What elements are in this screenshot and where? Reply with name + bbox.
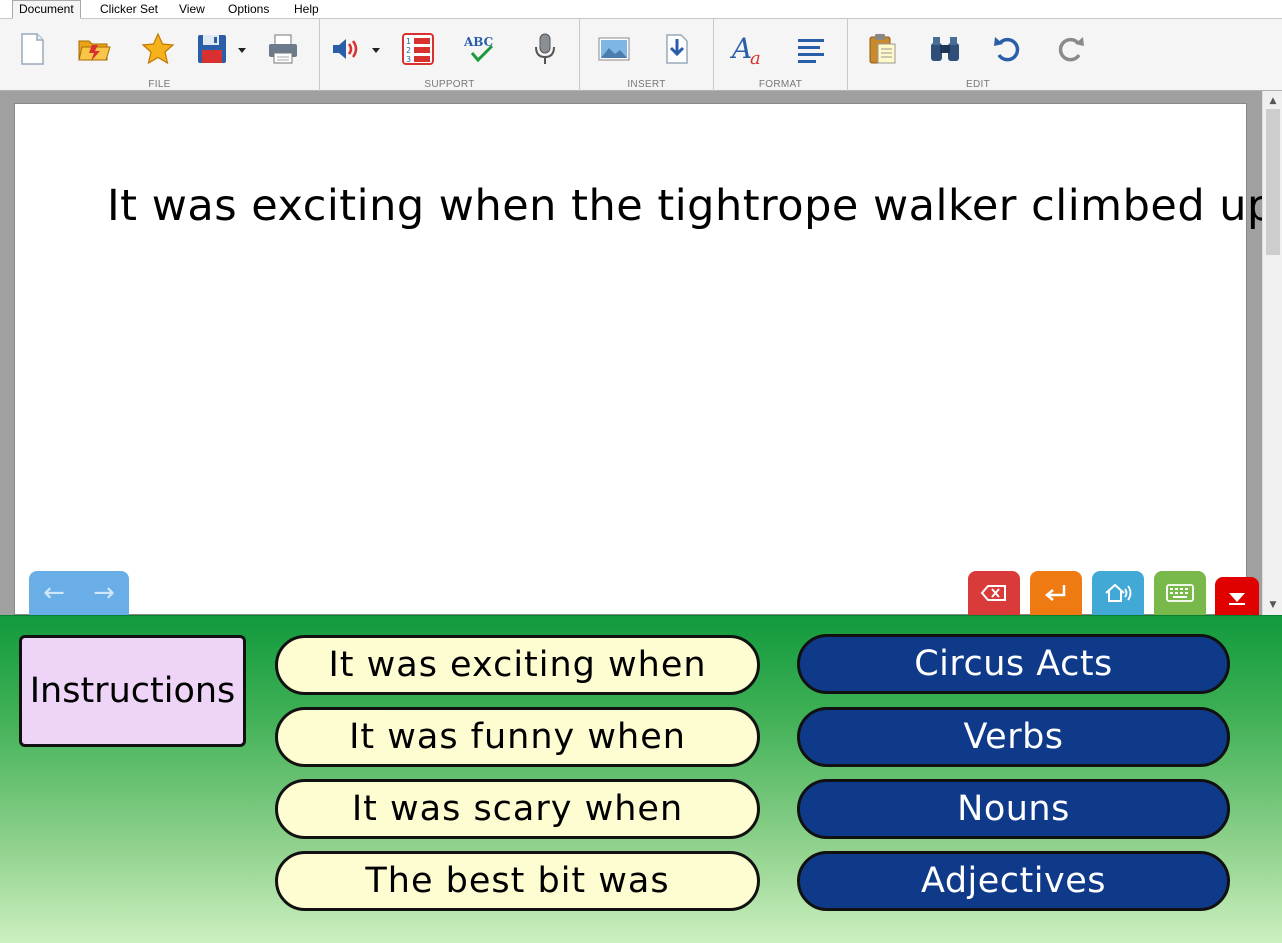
tab-clicker-set[interactable]: Clicker Set	[100, 0, 158, 19]
document-text-line[interactable]: It was exciting when the tightrope walke…	[107, 170, 1282, 234]
font-style-icon[interactable]: Aa	[728, 29, 768, 69]
scroll-thumb[interactable]	[1266, 109, 1280, 255]
print-icon[interactable]	[263, 29, 303, 69]
svg-text:3: 3	[406, 55, 411, 64]
file-group-label: FILE	[148, 79, 171, 90]
backspace-icon	[980, 585, 1006, 601]
numbered-list-icon[interactable]: 123	[398, 29, 438, 69]
tab-help[interactable]: Help	[294, 0, 319, 19]
svg-text:A: A	[730, 32, 752, 65]
new-document-icon[interactable]	[12, 29, 52, 69]
insert-group: INSERT	[580, 19, 714, 91]
tab-document[interactable]: Document	[12, 0, 81, 19]
save-disk-icon[interactable]	[192, 29, 232, 69]
enter-icon	[1045, 585, 1066, 601]
scroll-up-icon[interactable]: ▲	[1263, 93, 1282, 109]
spell-check-icon[interactable]: ABC	[460, 29, 500, 69]
format-group-label: FORMAT	[758, 79, 803, 90]
undo-icon[interactable]	[988, 29, 1028, 69]
save-dropdown-icon[interactable]	[237, 46, 247, 54]
menu-bar: Document Clicker Set View Options Help	[0, 0, 1282, 19]
file-group: FILE	[0, 19, 320, 91]
vertical-scrollbar[interactable]: ▲ ▼	[1262, 91, 1282, 615]
phrase-cell-best-bit[interactable]: The best bit was	[275, 851, 760, 911]
microphone-icon[interactable]	[525, 29, 565, 69]
paste-clipboard-icon[interactable]	[862, 29, 902, 69]
favourite-star-icon[interactable]	[138, 29, 178, 69]
document-text: It was exciting when the tightrope walke…	[107, 181, 1275, 231]
phrase-cell-exciting[interactable]: It was exciting when	[275, 635, 760, 695]
support-group: 123 ABC SUPPORT	[320, 19, 580, 91]
document-page[interactable]: It was exciting when the tightrope walke…	[14, 103, 1274, 615]
category-verbs[interactable]: Verbs	[797, 707, 1230, 767]
speak-button[interactable]	[1092, 571, 1144, 615]
find-binoculars-icon[interactable]	[925, 29, 965, 69]
edit-group: EDIT	[848, 19, 1108, 91]
phrase-cell-funny[interactable]: It was funny when	[275, 707, 760, 767]
clicker-grid: Instructions It was exciting when It was…	[0, 615, 1282, 943]
instructions-button[interactable]: Instructions	[19, 635, 246, 747]
category-circus-acts[interactable]: Circus Acts	[797, 634, 1230, 694]
category-adjectives[interactable]: Adjectives	[797, 851, 1230, 911]
redo-icon[interactable]	[1050, 29, 1090, 69]
scroll-down-icon[interactable]: ▼	[1263, 597, 1282, 613]
picture-icon[interactable]	[594, 29, 634, 69]
backspace-button[interactable]	[968, 571, 1020, 615]
tab-options[interactable]: Options	[228, 0, 269, 19]
keyboard-button[interactable]	[1154, 571, 1206, 615]
insert-file-icon[interactable]	[657, 29, 697, 69]
phrase-cell-scary[interactable]: It was scary when	[275, 779, 760, 839]
collapse-grid-button[interactable]	[1215, 577, 1259, 615]
editor-area: It was exciting when the tightrope walke…	[0, 91, 1282, 615]
ribbon-toolbar: FILE 123 ABC SUPPORT INSERT Aa FORMAT ED…	[0, 19, 1282, 91]
keyboard-icon	[1166, 584, 1194, 602]
enter-button[interactable]	[1030, 571, 1082, 615]
category-nouns[interactable]: Nouns	[797, 779, 1230, 839]
speaker-icon[interactable]	[325, 29, 365, 69]
align-left-icon[interactable]	[791, 29, 831, 69]
speech-dropdown-icon[interactable]	[371, 46, 381, 54]
format-group: Aa FORMAT	[714, 19, 848, 91]
svg-text:2: 2	[406, 46, 411, 55]
open-folder-icon[interactable]	[74, 29, 114, 69]
svg-text:1: 1	[406, 37, 411, 46]
collapse-down-icon	[1229, 593, 1245, 605]
page-nav: ← →	[29, 571, 129, 615]
edit-group-label: EDIT	[966, 79, 990, 90]
prev-arrow-icon[interactable]: ←	[29, 571, 79, 615]
svg-text:ABC: ABC	[463, 35, 493, 49]
tab-view[interactable]: View	[179, 0, 205, 19]
next-arrow-icon[interactable]: →	[79, 571, 129, 615]
support-group-label: SUPPORT	[424, 79, 475, 90]
speak-house-icon	[1105, 583, 1132, 602]
svg-text:a: a	[750, 48, 761, 67]
insert-group-label: INSERT	[627, 79, 666, 90]
